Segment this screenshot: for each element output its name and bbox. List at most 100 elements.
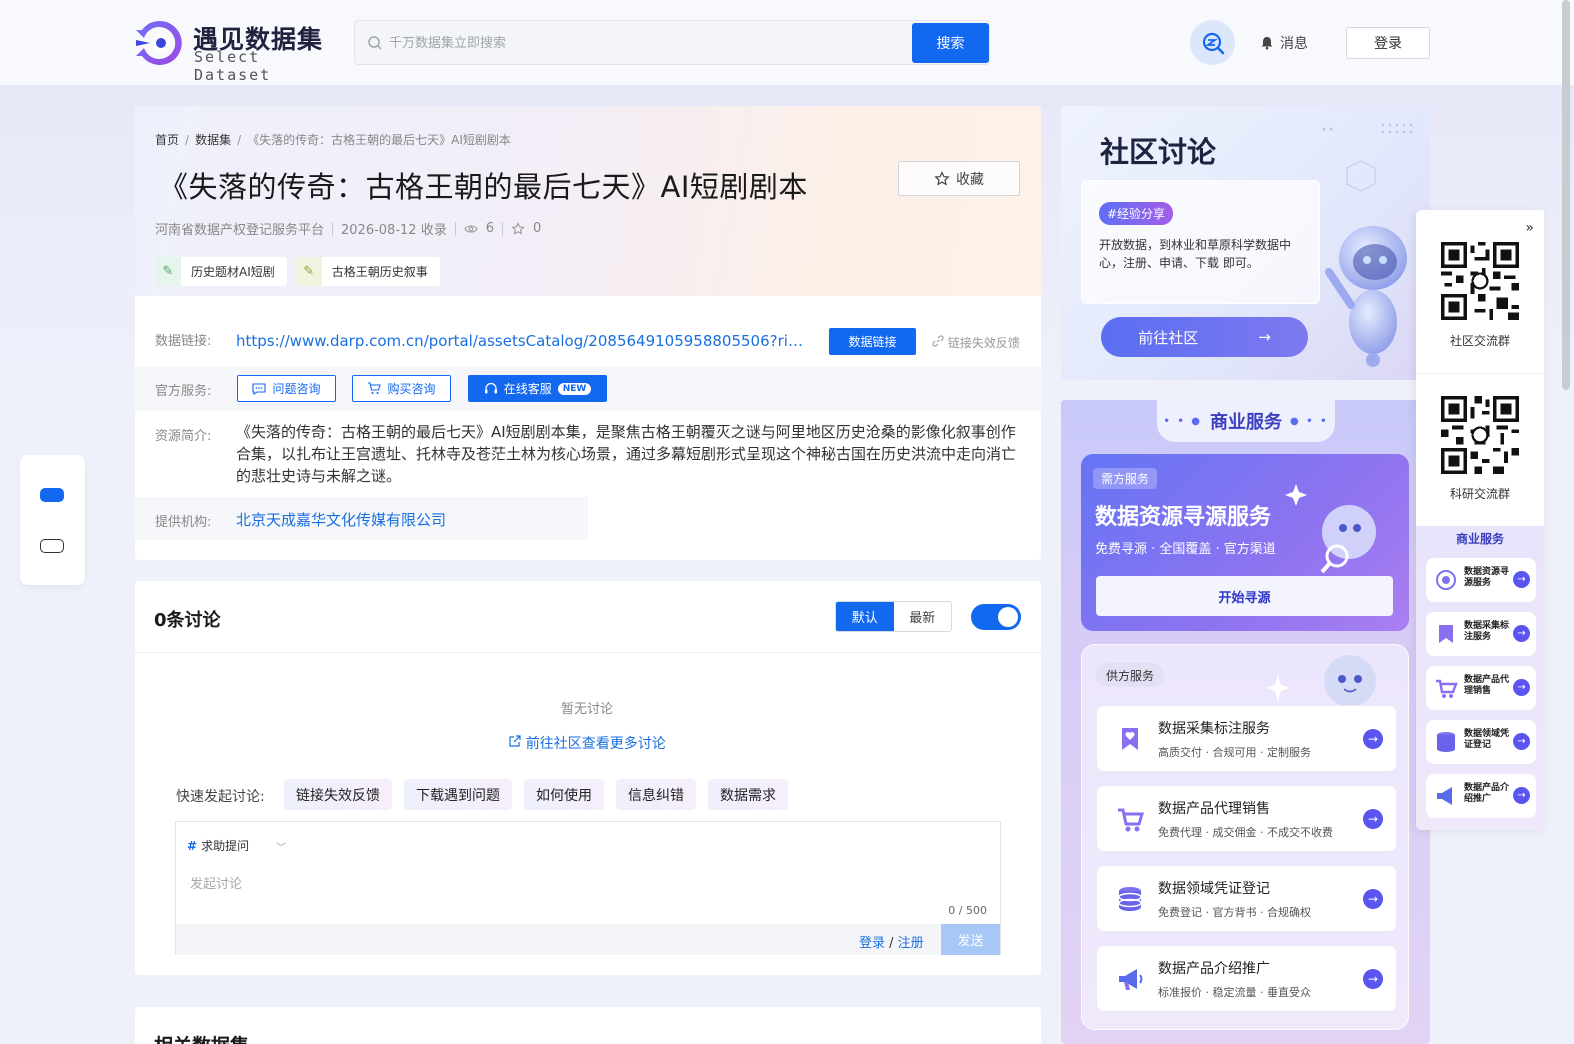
- arrow-right-icon[interactable]: →: [1363, 729, 1383, 749]
- supply-item-agency[interactable]: 数据产品代理销售 免费代理 · 成交佣金 · 不成交不收费 →: [1096, 785, 1397, 852]
- register-link[interactable]: 注册: [898, 936, 924, 951]
- quick-tag-list: 链接失效反馈 下载遇到问题 如何使用 信息纠错 数据需求: [284, 779, 788, 810]
- data-link-button[interactable]: 数据链接: [829, 328, 916, 355]
- supply-item-subtitle: 高质交付 · 合规可用 · 定制服务: [1158, 746, 1311, 759]
- side-item-agency[interactable]: 数据产品代理销售 →: [1426, 666, 1536, 710]
- qr-label-community: 社区交流群: [1449, 334, 1510, 348]
- cart-icon: [1436, 679, 1458, 698]
- side-item-label: 数据产品代理销售: [1464, 675, 1510, 696]
- breadcrumb: 首页 / 数据集 / 《失落的传奇：古格王朝的最后七天》AI短剧剧本: [155, 133, 511, 147]
- arrow-right-icon[interactable]: →: [1363, 889, 1383, 909]
- quick-tag[interactable]: 数据需求: [708, 779, 788, 810]
- quick-discuss-label: 快速发起讨论:: [176, 789, 265, 805]
- view-toggle-outline-icon[interactable]: [40, 539, 64, 553]
- purchase-consult-button[interactable]: 购买咨询: [352, 375, 451, 402]
- goto-community-button-label: 前往社区: [1138, 328, 1199, 347]
- demand-subtitle: 免费寻源 · 全国覆盖 · 官方渠道: [1095, 542, 1276, 557]
- collect-button[interactable]: 收藏: [898, 161, 1020, 196]
- discussion-switch[interactable]: [971, 604, 1021, 630]
- goto-community-link[interactable]: 前往社区查看更多讨论: [135, 733, 1039, 753]
- search-input[interactable]: [389, 29, 909, 57]
- collapse-chevron-icon[interactable]: »: [1525, 220, 1534, 236]
- side-item-registration[interactable]: 数据领域凭证登记 →: [1426, 720, 1536, 764]
- messages-link[interactable]: 消息: [1260, 33, 1308, 53]
- paperclip-icon: ✎: [155, 257, 181, 286]
- side-business-title: 商业服务: [1455, 532, 1504, 546]
- search-box: [354, 20, 990, 65]
- supply-tag: 供方服务: [1096, 663, 1165, 687]
- purchase-consult-label: 购买咨询: [387, 382, 436, 396]
- arrow-right-icon[interactable]: →: [1363, 809, 1383, 829]
- tag-label: 历史题材AI短剧: [191, 265, 275, 279]
- broken-link-icon: [932, 335, 944, 347]
- sort-default-button[interactable]: 默认: [836, 602, 894, 631]
- supply-item-title: 数据领域凭证登记: [1158, 881, 1270, 897]
- search-icon: [368, 36, 382, 50]
- login-button[interactable]: 登录: [1346, 27, 1430, 59]
- sort-toggle: 默认 最新: [835, 601, 952, 632]
- side-item-promotion[interactable]: 数据产品介绍推广 →: [1426, 774, 1536, 818]
- link-feedback[interactable]: 链接失效反馈: [932, 334, 1020, 351]
- ai-search-icon: [1202, 32, 1224, 54]
- sort-latest-button[interactable]: 最新: [893, 602, 951, 631]
- supply-item-registration[interactable]: 数据领域凭证登记 免费登记 · 官方背书 · 合规确权 →: [1096, 865, 1397, 932]
- arrow-right-icon: →: [1513, 679, 1530, 696]
- bell-icon: [1261, 37, 1273, 50]
- goto-community-button[interactable]: 前往社区 →: [1101, 317, 1308, 357]
- login-link[interactable]: 登录: [859, 936, 885, 951]
- send-button[interactable]: 发送: [941, 924, 1000, 955]
- community-post-card[interactable]: #经验分享 开放数据，到林业和草原科学数据中心，注册、申请、下载 即可。: [1081, 180, 1320, 304]
- top-header: 遇见数据集 Select Dataset 搜索 消息 登录: [0, 0, 1574, 86]
- side-item-label: 数据资源寻源服务: [1464, 567, 1510, 588]
- quick-tag[interactable]: 下载遇到问题: [404, 779, 512, 810]
- side-item-label: 数据产品介绍推广: [1464, 783, 1510, 804]
- related-title: 相关数据集: [154, 1031, 249, 1044]
- arrow-right-icon: →: [1513, 733, 1530, 750]
- arrow-right-icon: →: [1513, 571, 1530, 588]
- arrow-right-icon[interactable]: →: [1363, 969, 1383, 989]
- view-toggle-filled-icon[interactable]: [40, 488, 64, 502]
- side-item-sourcing[interactable]: 数据资源寻源服务 →: [1426, 558, 1536, 602]
- target-icon: [1436, 570, 1456, 590]
- question-consult-button[interactable]: 问题咨询: [237, 375, 336, 402]
- business-title: 商业服务: [1210, 412, 1282, 433]
- quick-tag[interactable]: 如何使用: [524, 779, 604, 810]
- online-service-button[interactable]: 在线客服 NEW: [468, 375, 607, 402]
- topic-select[interactable]: # 求助提问: [187, 837, 249, 854]
- side-item-annotation[interactable]: 数据采集标注服务 →: [1426, 612, 1536, 656]
- community-panel: 社区讨论 #经验分享 开放数据，到林业和草原科学数据中心，注册、申请、下载 即可…: [1061, 106, 1430, 380]
- chevron-down-icon[interactable]: ﹀: [276, 839, 286, 854]
- start-sourcing-button[interactable]: 开始寻源: [1096, 576, 1393, 616]
- data-link-label: 数据链接:: [155, 334, 212, 349]
- tag-item[interactable]: ✎ 古格王朝历史叙事: [295, 257, 440, 286]
- data-link-url[interactable]: https://www.darp.com.cn/portal/assetsCat…: [236, 332, 811, 350]
- link-feedback-label: 链接失效反馈: [947, 336, 1020, 350]
- quick-tag[interactable]: 信息纠错: [616, 779, 696, 810]
- discussion-input[interactable]: [190, 872, 980, 896]
- breadcrumb-home[interactable]: 首页: [155, 133, 179, 147]
- headset-icon: [484, 382, 497, 393]
- search-button[interactable]: 搜索: [912, 23, 989, 63]
- supply-item-subtitle: 标准报价 · 稳定流量 · 垂直受众: [1158, 986, 1311, 999]
- quick-tag[interactable]: 链接失效反馈: [284, 779, 392, 810]
- empty-discussion: 暂无讨论: [560, 702, 613, 717]
- intro-label: 资源简介:: [155, 429, 212, 444]
- ai-search-button[interactable]: [1190, 20, 1235, 65]
- supply-item-annotation[interactable]: 数据采集标注服务 高质交付 · 合规可用 · 定制服务 →: [1096, 705, 1397, 772]
- page-scrollbar[interactable]: [1562, 0, 1570, 390]
- breadcrumb-datasets[interactable]: 数据集: [195, 133, 231, 147]
- business-tab: • • ● 商业服务 ● • •: [1157, 400, 1335, 442]
- community-qr-code: [1441, 242, 1519, 320]
- community-title: 社区讨论: [1100, 135, 1217, 169]
- community-text: 开放数据，到林业和草原科学数据中心，注册、申请、下载 即可。: [1099, 238, 1292, 270]
- star-count: 0: [532, 221, 542, 236]
- page-title: 《失落的传奇：古格王朝的最后七天》AI短剧剧本: [159, 170, 808, 204]
- site-logo[interactable]: 遇见数据集 Select Dataset: [134, 16, 324, 84]
- chat-icon: [252, 382, 267, 395]
- provider-org[interactable]: 北京天成嘉华文化传媒有限公司: [236, 509, 446, 530]
- login-register-link[interactable]: 登录 / 注册: [859, 932, 924, 951]
- tag-item[interactable]: ✎ 历史题材AI短剧: [155, 257, 287, 286]
- database-icon: [1118, 887, 1142, 911]
- supply-item-subtitle: 免费代理 · 成交佣金 · 不成交不收费: [1158, 826, 1333, 839]
- supply-item-promotion[interactable]: 数据产品介绍推广 标准报价 · 稳定流量 · 垂直受众 →: [1096, 945, 1397, 1012]
